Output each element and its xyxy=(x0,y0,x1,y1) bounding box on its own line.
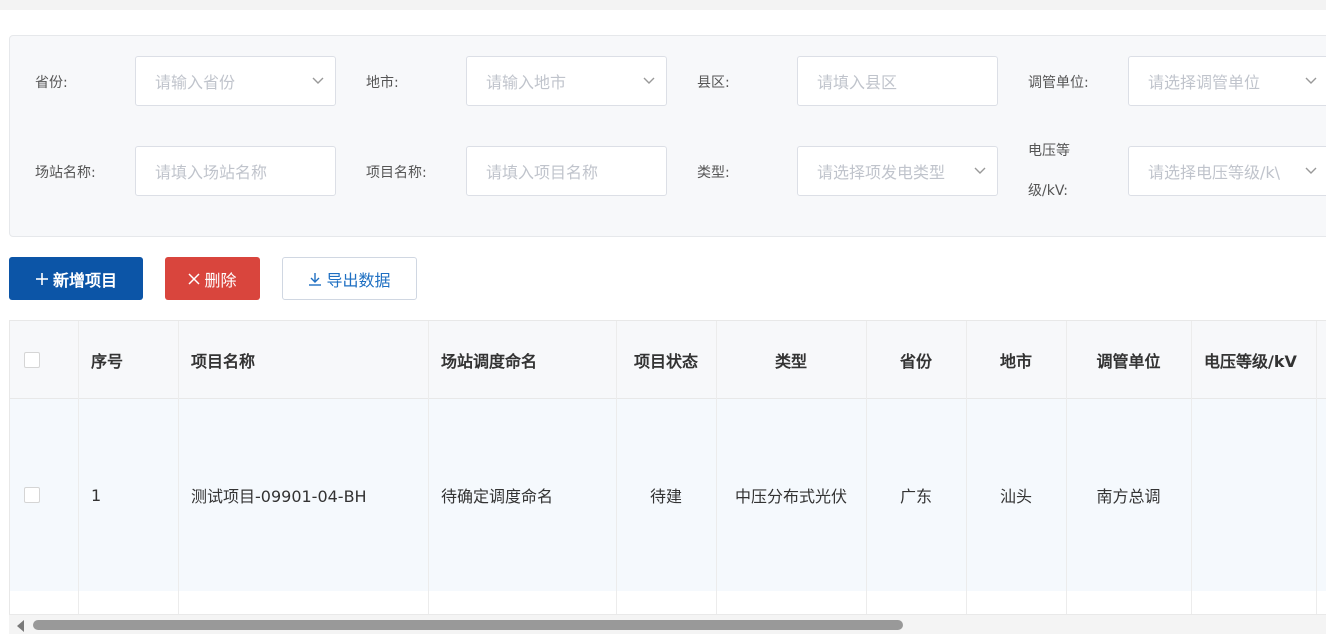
download-icon xyxy=(308,272,322,286)
county-label: 县区: xyxy=(697,75,730,91)
project-name-label: 项目名称: xyxy=(366,165,427,181)
horizontal-scrollbar[interactable] xyxy=(9,614,1326,634)
county-input[interactable]: 请填入县区 xyxy=(797,56,998,106)
city-select[interactable]: 请输入地市 xyxy=(466,56,667,106)
cell-province: 广东 xyxy=(899,487,932,506)
cell-project-name: 测试项目-09901-04-BH xyxy=(191,487,367,506)
delete-label: 删除 xyxy=(204,270,237,290)
row-checkbox[interactable] xyxy=(24,487,40,503)
station-name-input[interactable]: 请填入场站名称 xyxy=(135,146,336,196)
header-station-dispatch-name: 场站调度命名 xyxy=(441,352,538,371)
province-select[interactable]: 请输入省份 xyxy=(135,56,336,106)
header-type: 类型 xyxy=(774,352,807,371)
chevron-down-icon xyxy=(1294,77,1326,85)
cell-city: 汕头 xyxy=(999,487,1032,506)
dispatch-unit-label: 调管单位: xyxy=(1028,75,1089,91)
province-label: 省份: xyxy=(35,75,68,91)
delete-button[interactable]: 删除 xyxy=(165,257,260,300)
city-placeholder: 请输入地市 xyxy=(486,73,567,92)
cell-dispatch-unit: 南方总调 xyxy=(1096,487,1161,506)
type-placeholder: 请选择项发电类型 xyxy=(817,163,946,182)
dispatch-unit-select[interactable]: 请选择调管单位 xyxy=(1128,56,1326,106)
export-data-button[interactable]: 导出数据 xyxy=(282,257,417,300)
column-divider xyxy=(1316,321,1317,620)
filter-panel: 省份: 请输入省份 地市: 请输入地市 县区: 请填入县区 调管单位: 请选择调… xyxy=(9,35,1326,237)
select-all-checkbox[interactable] xyxy=(24,352,40,368)
voltage-placeholder: 请选择电压等级/k\ xyxy=(1148,163,1281,182)
scroll-left-arrow-icon[interactable] xyxy=(17,620,24,632)
county-placeholder: 请填入县区 xyxy=(817,73,898,92)
chevron-down-icon xyxy=(301,77,335,85)
project-name-input[interactable]: 请填入项目名称 xyxy=(466,146,667,196)
chevron-down-icon xyxy=(963,167,997,175)
add-project-button[interactable]: 新增项目 xyxy=(9,257,143,300)
row-select xyxy=(10,399,54,591)
close-icon xyxy=(188,272,201,285)
header-province: 省份 xyxy=(899,352,932,371)
voltage-label: 电压等级/kV: xyxy=(1028,143,1070,199)
dispatch-unit-placeholder: 请选择调管单位 xyxy=(1148,73,1261,92)
page: 省份: 请输入省份 地市: 请输入地市 县区: 请填入县区 调管单位: 请选择调… xyxy=(0,10,1326,640)
chevron-down-icon xyxy=(632,77,666,85)
cell-index: 1 xyxy=(91,485,102,505)
header-select-all xyxy=(10,321,54,399)
scrollbar-thumb[interactable] xyxy=(33,620,903,630)
cell-station-dispatch-name: 待确定调度命名 xyxy=(441,487,554,506)
chevron-down-icon xyxy=(1294,167,1326,175)
city-label: 地市: xyxy=(366,75,399,91)
voltage-select[interactable]: 请选择电压等级/k\ xyxy=(1128,146,1326,196)
project-name-placeholder: 请填入项目名称 xyxy=(486,163,599,182)
cell-type: 中压分布式光伏 xyxy=(734,487,847,506)
cell-voltage xyxy=(1191,399,1316,591)
plus-icon xyxy=(35,272,49,286)
cell-status: 待建 xyxy=(649,487,682,506)
header-voltage: 电压等级/kV xyxy=(1204,352,1297,371)
header-city: 地市 xyxy=(999,352,1032,371)
type-select[interactable]: 请选择项发电类型 xyxy=(797,146,998,196)
station-name-label: 场站名称: xyxy=(35,165,96,181)
station-name-placeholder: 请填入场站名称 xyxy=(155,163,268,182)
header-dispatch-unit: 调管单位 xyxy=(1096,352,1161,371)
header-index: 序号 xyxy=(91,352,124,371)
type-label: 类型: xyxy=(697,165,730,181)
top-strip xyxy=(0,0,1326,10)
add-project-label: 新增项目 xyxy=(52,270,117,290)
export-data-label: 导出数据 xyxy=(326,270,391,290)
header-status: 项目状态 xyxy=(633,352,698,371)
province-placeholder: 请输入省份 xyxy=(155,73,236,92)
project-table: 序号 项目名称 场站调度命名 项目状态 类型 省份 地市 调管单位 电压等级/k… xyxy=(9,320,1326,620)
header-project-name: 项目名称 xyxy=(191,352,256,371)
